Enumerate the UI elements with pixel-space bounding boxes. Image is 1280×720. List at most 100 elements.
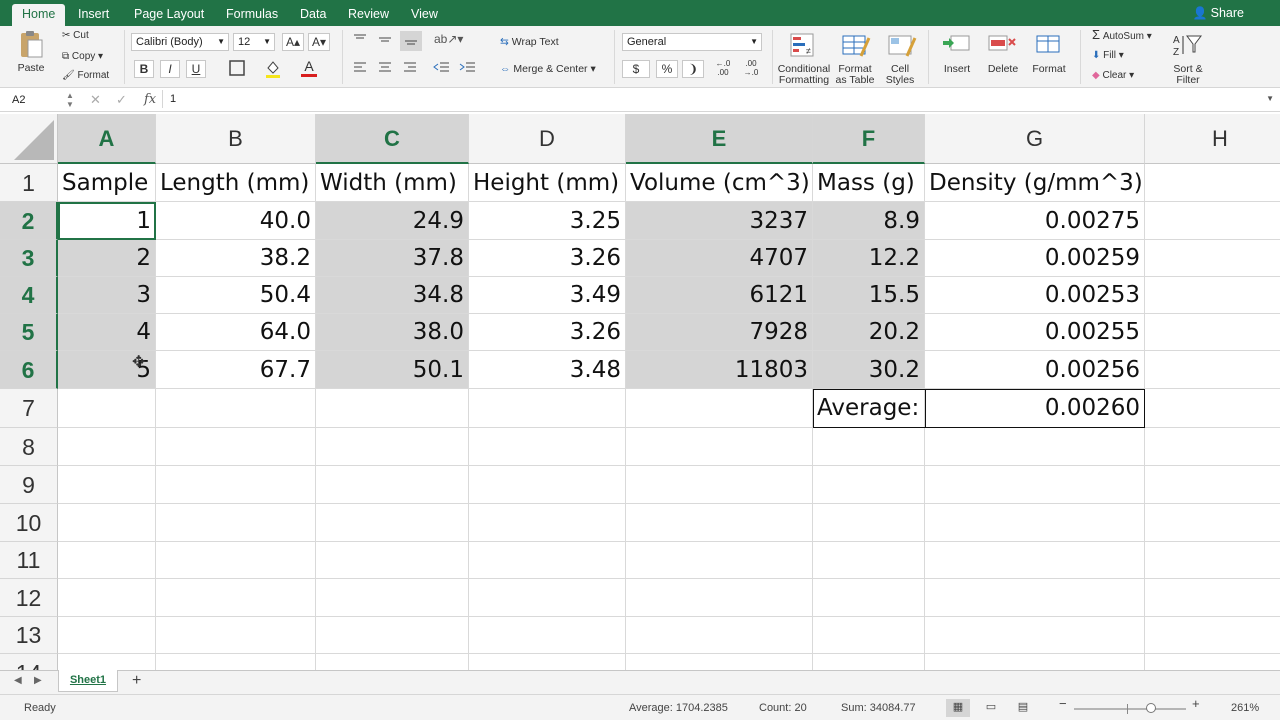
grow-font-button[interactable]: A▴	[282, 33, 304, 51]
data-cell[interactable]: 0.00255	[925, 314, 1145, 351]
currency-button[interactable]: $	[622, 60, 650, 78]
cell-styles-button[interactable]: Cell Styles	[880, 64, 920, 86]
data-cell[interactable]: 0.00253	[925, 277, 1145, 314]
sort-filter-icon[interactable]: AZ	[1170, 32, 1206, 60]
cell[interactable]	[813, 466, 925, 504]
zoom-slider-track[interactable]	[1074, 708, 1186, 710]
add-sheet-button[interactable]: +	[132, 672, 141, 690]
cell[interactable]	[925, 504, 1145, 542]
bold-button[interactable]: B	[134, 60, 154, 78]
cell[interactable]	[813, 579, 925, 617]
conditional-formatting-icon[interactable]: ≠	[786, 32, 822, 62]
data-cell[interactable]: 3.48	[469, 351, 626, 389]
header-cell[interactable]: Sample	[58, 164, 156, 202]
page-break-view-icon[interactable]: ▤	[1014, 699, 1032, 715]
row-header-10[interactable]: 10	[0, 504, 58, 542]
align-middle-icon[interactable]	[375, 32, 395, 50]
cell[interactable]	[156, 579, 316, 617]
check-icon[interactable]: ✓	[116, 92, 127, 108]
cell[interactable]	[58, 466, 156, 504]
align-center-icon[interactable]	[375, 60, 395, 78]
data-cell[interactable]: 4707	[626, 240, 813, 277]
font-name-select[interactable]: Calibri (Body) ▼	[131, 33, 229, 51]
header-cell[interactable]: Volume (cm^3)	[626, 164, 813, 202]
data-cell[interactable]: 12.2	[813, 240, 925, 277]
cell[interactable]	[1145, 504, 1280, 542]
data-cell[interactable]: 38.0	[316, 314, 469, 351]
tab-insert[interactable]: Insert	[78, 4, 109, 26]
cell[interactable]	[813, 428, 925, 466]
tab-review[interactable]: Review	[348, 4, 389, 26]
font-size-select[interactable]: 12 ▼	[233, 33, 275, 51]
header-cell[interactable]: Width (mm)	[316, 164, 469, 202]
scroll-sheets-right-icon[interactable]: ▶	[34, 675, 42, 686]
tab-home[interactable]: Home	[12, 4, 66, 26]
data-cell[interactable]: 6121	[626, 277, 813, 314]
data-cell[interactable]: 3	[58, 277, 156, 314]
cell[interactable]	[1145, 202, 1280, 240]
cell[interactable]	[58, 579, 156, 617]
data-cell[interactable]: 15.5	[813, 277, 925, 314]
underline-button[interactable]: U	[186, 60, 206, 78]
data-cell[interactable]: 50.4	[156, 277, 316, 314]
cell-styles-icon[interactable]	[884, 32, 920, 62]
data-cell[interactable]: 38.2	[156, 240, 316, 277]
paste-button[interactable]: Paste	[12, 63, 50, 74]
page-layout-view-icon[interactable]: ▭	[982, 699, 1000, 715]
select-all-button[interactable]	[0, 114, 58, 164]
cell[interactable]	[1145, 428, 1280, 466]
average-value[interactable]: 0.00260	[925, 389, 1145, 428]
cell[interactable]	[1145, 277, 1280, 314]
format-as-table-icon[interactable]	[838, 32, 874, 62]
column-header-f[interactable]: F	[813, 114, 925, 164]
font-color-button[interactable]: A	[298, 58, 320, 80]
scroll-sheets-left-icon[interactable]: ◀	[14, 675, 22, 686]
cell[interactable]	[626, 654, 813, 670]
cell[interactable]	[469, 466, 626, 504]
cell[interactable]	[1145, 542, 1280, 579]
row-header-14[interactable]: 14	[0, 654, 58, 670]
data-cell[interactable]: 3.26	[469, 240, 626, 277]
tab-page-layout[interactable]: Page Layout	[134, 4, 204, 26]
data-cell[interactable]: 37.8	[316, 240, 469, 277]
data-cell[interactable]: 0.00275	[925, 202, 1145, 240]
tab-formulas[interactable]: Formulas	[226, 4, 278, 26]
italic-button[interactable]: I	[160, 60, 180, 78]
delete-cells-icon[interactable]	[986, 32, 1020, 60]
cell[interactable]	[626, 389, 813, 428]
column-header-g[interactable]: G	[925, 114, 1145, 164]
data-cell[interactable]: 1	[58, 202, 156, 240]
paste-icon[interactable]	[14, 30, 48, 60]
data-cell[interactable]: 2	[58, 240, 156, 277]
cell[interactable]	[925, 542, 1145, 579]
conditional-formatting-button[interactable]: Conditional Formatting	[774, 64, 834, 86]
normal-view-icon[interactable]: ▦	[946, 699, 970, 717]
cell[interactable]	[813, 542, 925, 579]
cell[interactable]	[156, 466, 316, 504]
percent-button[interactable]: %	[656, 60, 678, 78]
row-header-3[interactable]: 3	[0, 240, 58, 277]
column-header-e[interactable]: E	[626, 114, 813, 164]
align-right-icon[interactable]	[400, 60, 420, 78]
cell[interactable]	[626, 579, 813, 617]
tab-data[interactable]: Data	[300, 4, 326, 26]
cell[interactable]	[58, 654, 156, 670]
cell[interactable]	[925, 617, 1145, 654]
data-cell[interactable]: 11803	[626, 351, 813, 389]
row-header-8[interactable]: 8	[0, 428, 58, 466]
cell[interactable]	[925, 466, 1145, 504]
data-cell[interactable]: 3.49	[469, 277, 626, 314]
row-header-4[interactable]: 4	[0, 277, 58, 314]
cell[interactable]	[1145, 164, 1280, 202]
row-header-7[interactable]: 7	[0, 389, 58, 428]
increase-indent-icon[interactable]	[456, 60, 478, 78]
column-header-b[interactable]: B	[156, 114, 316, 164]
cell[interactable]	[156, 504, 316, 542]
cell[interactable]	[1145, 579, 1280, 617]
cell[interactable]	[316, 617, 469, 654]
function-icon[interactable]: fx	[144, 92, 156, 107]
cell[interactable]	[58, 389, 156, 428]
cell[interactable]	[626, 466, 813, 504]
number-format-select[interactable]: General ▼	[622, 33, 762, 51]
row-header-12[interactable]: 12	[0, 579, 58, 617]
